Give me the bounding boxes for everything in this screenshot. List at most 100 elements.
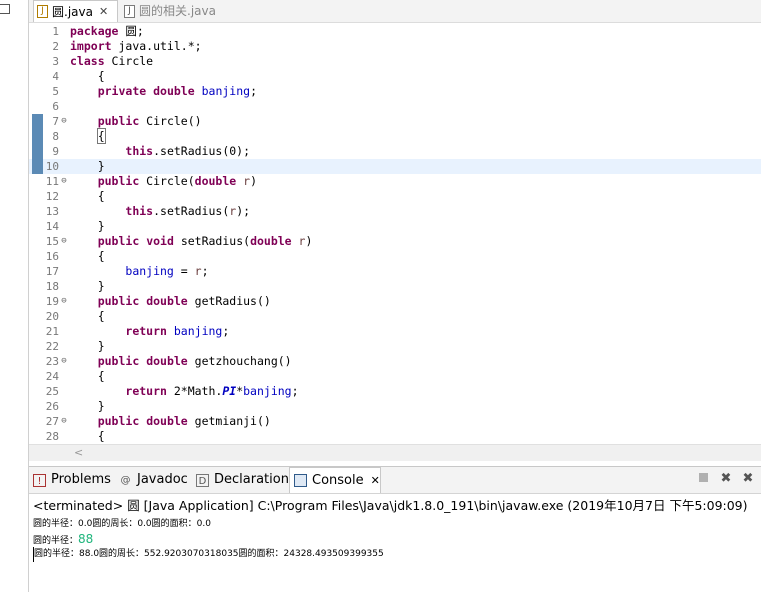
code-line[interactable]: 16 { xyxy=(29,249,761,264)
code-text: } xyxy=(70,339,105,354)
minimize-icon[interactable] xyxy=(0,4,10,14)
console-line: 圆的半径：88.0圆的周长：552.9203070318035圆的面积：2432… xyxy=(33,547,384,562)
code-line[interactable]: 3 class Circle xyxy=(29,54,761,69)
line-number: 1 xyxy=(52,25,59,38)
console-line: 圆的半径：88 xyxy=(33,532,384,547)
remove-all-terminated-icon[interactable]: ✖ xyxy=(741,472,755,486)
tab-label: Javadoc xyxy=(137,472,188,487)
code-text: public Circle() xyxy=(70,114,202,129)
close-icon[interactable]: ✕ xyxy=(99,1,108,23)
close-icon[interactable]: ✕ xyxy=(371,468,380,494)
code-line[interactable]: 18 } xyxy=(29,279,761,294)
code-token: void xyxy=(146,234,174,248)
remove-launch-icon[interactable]: ✖ xyxy=(719,472,733,486)
fold-toggle-icon[interactable]: ⊖ xyxy=(59,414,69,429)
code-token: { xyxy=(70,309,105,323)
fold-toggle-icon[interactable]: ⊖ xyxy=(59,114,69,129)
tab-yuan-related-java[interactable]: J 圆的相关.java xyxy=(121,0,224,22)
scroll-left-icon[interactable]: < xyxy=(74,446,83,459)
code-line[interactable]: 22 } xyxy=(29,339,761,354)
tab-yuan-java[interactable]: J 圆.java ✕ xyxy=(33,0,118,22)
code-token: { xyxy=(70,69,105,83)
code-token: Circle() xyxy=(139,114,202,128)
horizontal-scrollbar[interactable]: < xyxy=(29,444,761,461)
tab-javadoc[interactable]: @ Javadoc xyxy=(119,467,188,493)
code-line[interactable]: 13 this.setRadius(r); xyxy=(29,204,761,219)
code-text: return banjing; xyxy=(70,324,229,339)
code-line[interactable]: 2 import java.util.*; xyxy=(29,39,761,54)
code-token: { xyxy=(96,128,106,144)
line-number: 24 xyxy=(45,370,59,383)
code-line[interactable]: 4 { xyxy=(29,69,761,84)
code-text: { xyxy=(70,249,105,264)
fold-toggle-icon[interactable]: ⊖ xyxy=(59,234,69,249)
code-area[interactable]: 1 package 圆; 2 import java.util.*; 3 class Ci… xyxy=(29,22,761,444)
code-token: Circle xyxy=(104,54,154,68)
line-number: 3 xyxy=(52,55,59,68)
console-text: 圆的半径：88.0圆的周长：552.9203070318035圆的面积：2432… xyxy=(34,549,384,559)
code-line[interactable]: 24 { xyxy=(29,369,761,384)
code-token: 2*Math. xyxy=(166,384,223,398)
code-line[interactable]: 9 this.setRadius(0); xyxy=(29,144,761,159)
code-line[interactable]: 19 ⊖ public double getRadius() xyxy=(29,294,761,309)
code-token: .setRadius( xyxy=(153,204,230,218)
code-token: 圆; xyxy=(118,24,144,38)
code-line[interactable]: 7 ⊖ public Circle() xyxy=(29,114,761,129)
code-token: ) xyxy=(305,234,313,248)
code-line[interactable]: 11 ⊖ public Circle(double r) xyxy=(29,174,761,189)
line-number: 5 xyxy=(52,85,59,98)
code-token: ; xyxy=(201,264,209,278)
tab-problems[interactable]: ! Problems xyxy=(33,467,111,493)
code-line[interactable]: 20 { xyxy=(29,309,761,324)
code-line[interactable]: 27 ⊖ public double getmianji() xyxy=(29,414,761,429)
line-number: 20 xyxy=(45,310,59,323)
code-line[interactable]: 14 } xyxy=(29,219,761,234)
console-status: <terminated> 圆 [Java Application] C:\Pro… xyxy=(33,498,748,513)
code-line[interactable]: 8 { xyxy=(29,128,761,144)
code-line[interactable]: 6 xyxy=(29,99,761,114)
code-line[interactable]: 26 } xyxy=(29,399,761,414)
code-line[interactable]: 21 return banjing; xyxy=(29,324,761,339)
code-line[interactable]: 5 private double banjing; xyxy=(29,84,761,99)
editor-tab-bar: J 圆.java ✕ J 圆的相关.java xyxy=(29,0,761,23)
line-number: 19 xyxy=(45,295,59,308)
code-token: banjing xyxy=(125,264,174,278)
code-token: public xyxy=(97,114,140,128)
code-line[interactable]: 10 } xyxy=(29,159,761,174)
code-text: } xyxy=(70,279,105,294)
code-line[interactable]: 15 ⊖ public void setRadius(double r) xyxy=(29,234,761,249)
code-token: double xyxy=(146,414,188,428)
code-token: banjing xyxy=(201,84,251,98)
code-token: return xyxy=(125,324,167,338)
code-token: ; xyxy=(291,384,299,398)
terminate-icon[interactable] xyxy=(696,472,710,486)
code-line[interactable]: 28 { xyxy=(29,429,761,444)
line-number: 28 xyxy=(45,430,59,443)
code-token: import xyxy=(70,39,112,53)
code-token: setRadius( xyxy=(173,234,251,248)
code-token: java.util.*; xyxy=(111,39,202,53)
code-line[interactable]: 25 return 2*Math.PI*banjing; xyxy=(29,384,761,399)
console-text: 圆的半径： xyxy=(33,536,79,546)
code-line[interactable]: 17 banjing = r; xyxy=(29,264,761,279)
fold-toggle-icon[interactable]: ⊖ xyxy=(59,294,69,309)
line-number: 21 xyxy=(45,325,59,338)
fold-toggle-icon[interactable]: ⊖ xyxy=(59,174,69,189)
code-text: banjing = r; xyxy=(70,264,209,279)
code-line[interactable]: 1 package 圆; xyxy=(29,24,761,39)
code-token: public xyxy=(97,234,140,248)
code-token: double xyxy=(153,84,195,98)
fold-toggle-icon[interactable]: ⊖ xyxy=(59,354,69,369)
code-line[interactable]: 23 ⊖ public double getzhouchang() xyxy=(29,354,761,369)
console-output[interactable]: 圆的半径：0.0圆的周长：0.0圆的面积：0.0 圆的半径：88 圆的半径：88… xyxy=(33,517,384,562)
code-line[interactable]: 12 { xyxy=(29,189,761,204)
tab-declaration[interactable]: D Declaration xyxy=(196,467,289,493)
tab-console[interactable]: Console ✕ xyxy=(289,467,381,493)
java-file-icon: J xyxy=(37,5,48,18)
